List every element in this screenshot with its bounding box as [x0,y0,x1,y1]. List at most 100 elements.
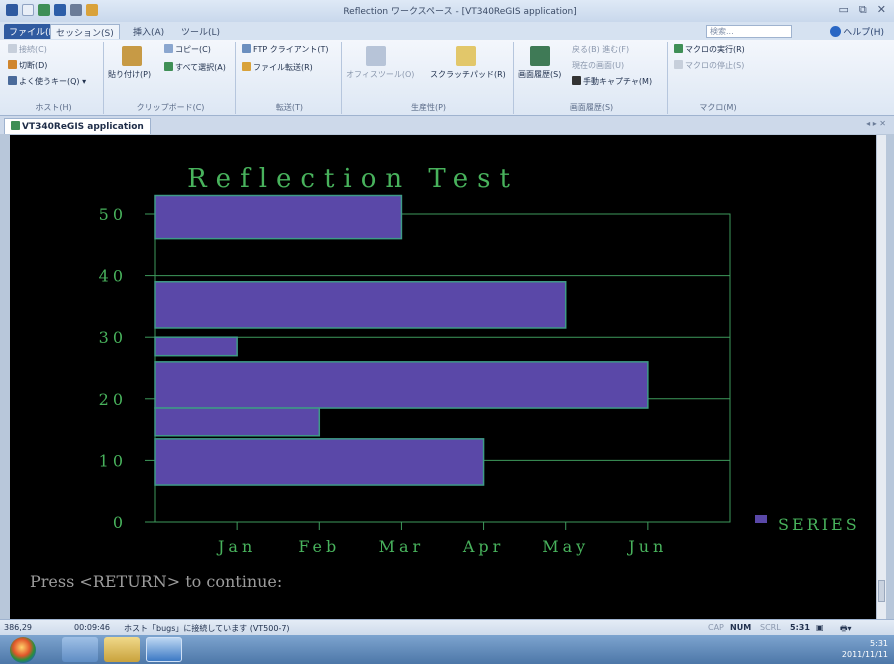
num-indicator: NUM [730,623,752,632]
chart-bar [154,407,321,437]
keyboard-icon [8,76,17,85]
file-transfer-button[interactable]: ファイル転送(R) [242,62,313,73]
x-tick-label: Feb [298,537,340,556]
productivity-group-label: 生産性(P) [410,103,447,112]
chart-bar [154,361,649,409]
transfer-group: FTP クライアント(T) ファイル転送(R) 転送(T) [238,42,342,114]
connect-icon [8,44,17,53]
clipboard-group-label: クリップボード(C) [136,103,205,112]
run-macro-button[interactable]: マクロの実行(R) [674,44,745,55]
chart-bar [154,438,485,486]
screen-history-group: 画面履歴(S) 戻る(B) 進む(F) 現在の画面(U) 手動キャプチャ(M) … [516,42,668,114]
start-button[interactable] [10,637,36,663]
macro-group: マクロの実行(R) マクロの停止(S) マクロ(M) [670,42,766,114]
quick-access-toolbar [6,4,98,16]
x-tick-label: Jun [626,537,667,556]
status-time: 5:31 [790,623,810,632]
regis-chart: Reflection Test 0 10 20 30 40 50 Jan Feb Mar Apr… [30,164,860,591]
legend-swatch [755,515,767,523]
cursor-position: 386,29 [4,623,32,632]
document-tab-controls[interactable]: ◂ ▸ ✕ [866,119,886,128]
ie-taskbar-icon[interactable] [62,637,98,662]
connection-status: ホスト「bugs」に接続しています (VT500-7) [124,624,290,633]
search-input[interactable]: 検索... [706,25,792,38]
ftp-icon [242,44,251,53]
system-tray: 5:31 2011/11/11 [842,638,888,660]
clock-time[interactable]: 5:31 [842,638,888,649]
disconnect-button[interactable]: 切断(D) [8,60,47,71]
y-tick-label: 20 [99,390,127,409]
help-button[interactable]: ヘルプ(H) [830,25,884,38]
x-tick-label: Apr [462,537,504,556]
title-bar: Reflection ワークスペース - [VT340ReGIS applica… [0,0,894,22]
ftp-client-button[interactable]: FTP クライアント(T) [242,44,329,55]
select-all-button[interactable]: すべて選択(A) [164,62,226,73]
help-icon [830,26,842,37]
host-group: 接続(C) 切断(D) よく使うキー(Q) ▾ ホスト(H) [4,42,104,114]
y-tick-label: 10 [99,451,127,470]
document-tabs: VT340ReGIS application ◂ ▸ ✕ [0,116,894,134]
back-button[interactable]: 戻る(B) 進む(F) [572,44,629,55]
quick-keys-button[interactable]: よく使うキー(Q) ▾ [8,76,86,87]
clock-date[interactable]: 2011/11/11 [842,649,888,660]
office-tools-button[interactable]: オフィスツール(O) [346,69,414,80]
app-icon[interactable] [6,4,18,16]
tab-tools[interactable]: ツール(L) [176,24,225,39]
y-tick-label: 50 [99,205,127,224]
tab-insert[interactable]: 挿入(A) [128,24,169,39]
x-axis-ticks: Jan Feb Mar Apr May Jun [216,537,667,556]
minimize-icon[interactable]: ▭ [839,3,849,17]
reflection-taskbar-icon[interactable] [146,637,182,662]
manual-capture-button[interactable]: 手動キャプチャ(M) [572,76,652,87]
camera-icon [572,76,581,85]
document-tab[interactable]: VT340ReGIS application [4,118,151,134]
help-label: ヘルプ(H) [843,28,884,38]
screen-history-button[interactable]: 画面履歴(S) [518,69,561,80]
vertical-scrollbar[interactable] [876,135,886,619]
tab-session[interactable]: セッション(S) [50,24,120,39]
connect-button[interactable]: 接続(C) [8,44,47,55]
select-all-icon [164,62,173,71]
x-tick-label: Mar [379,537,425,556]
layout-icon[interactable]: ▣ [816,623,824,632]
stop-macro-button[interactable]: マクロの停止(S) [674,60,744,71]
scratchpad-icon [456,46,476,66]
restore-icon[interactable]: ⧉ [859,3,867,17]
save-icon[interactable] [54,4,66,16]
y-axis-ticks: 0 10 20 30 40 50 [99,205,127,532]
scrollbar-thumb[interactable] [878,580,885,602]
window-title: Reflection ワークスペース - [VT340ReGIS applica… [343,7,577,17]
y-tick-label: 40 [99,267,127,286]
close-icon[interactable]: ✕ [877,3,886,17]
ribbon-tabs: ファイル(F) セッション(S) 挿入(A) ツール(L) 検索... ヘルプ(… [0,22,894,40]
copy-icon [164,44,173,53]
new-icon[interactable] [22,4,34,16]
current-screen-button[interactable]: 現在の画面(U) [572,60,624,71]
file-transfer-icon [242,62,251,71]
open-icon[interactable] [38,4,50,16]
screen-history-group-label: 画面履歴(S) [569,103,614,112]
x-tick-label: Jan [216,537,256,556]
scratchpad-button[interactable]: スクラッチパッド(R) [430,69,506,80]
print-icon[interactable] [70,4,82,16]
y-tick-label: 0 [113,513,127,532]
explorer-taskbar-icon[interactable] [104,637,140,662]
customize-icon[interactable] [86,4,98,16]
stop-macro-icon [674,60,683,69]
x-tick-label: May [542,537,589,556]
continue-prompt: Press <RETURN> to continue: [30,572,282,591]
ribbon: 接続(C) 切断(D) よく使うキー(Q) ▾ ホスト(H) 貼り付け(P) コ… [0,40,894,116]
screen-history-icon [530,46,550,66]
chart-bars [154,194,649,486]
copy-button[interactable]: コピー(C) [164,44,211,55]
terminal-screen[interactable]: Reflection Test 0 10 20 30 40 50 Jan Feb Mar Apr… [10,135,876,619]
legend-label: SERIES [778,515,860,534]
paste-button[interactable]: 貼り付け(P) [108,69,151,80]
chart-bar [154,336,238,357]
document-tab-label: VT340ReGIS application [22,122,144,132]
productivity-group: オフィスツール(O) スクラッチパッド(R) 生産性(P) [344,42,514,114]
y-tick-label: 30 [99,328,127,347]
paste-icon [122,46,142,66]
macro-group-label: マクロ(M) [699,103,737,112]
run-macro-icon [674,44,683,53]
